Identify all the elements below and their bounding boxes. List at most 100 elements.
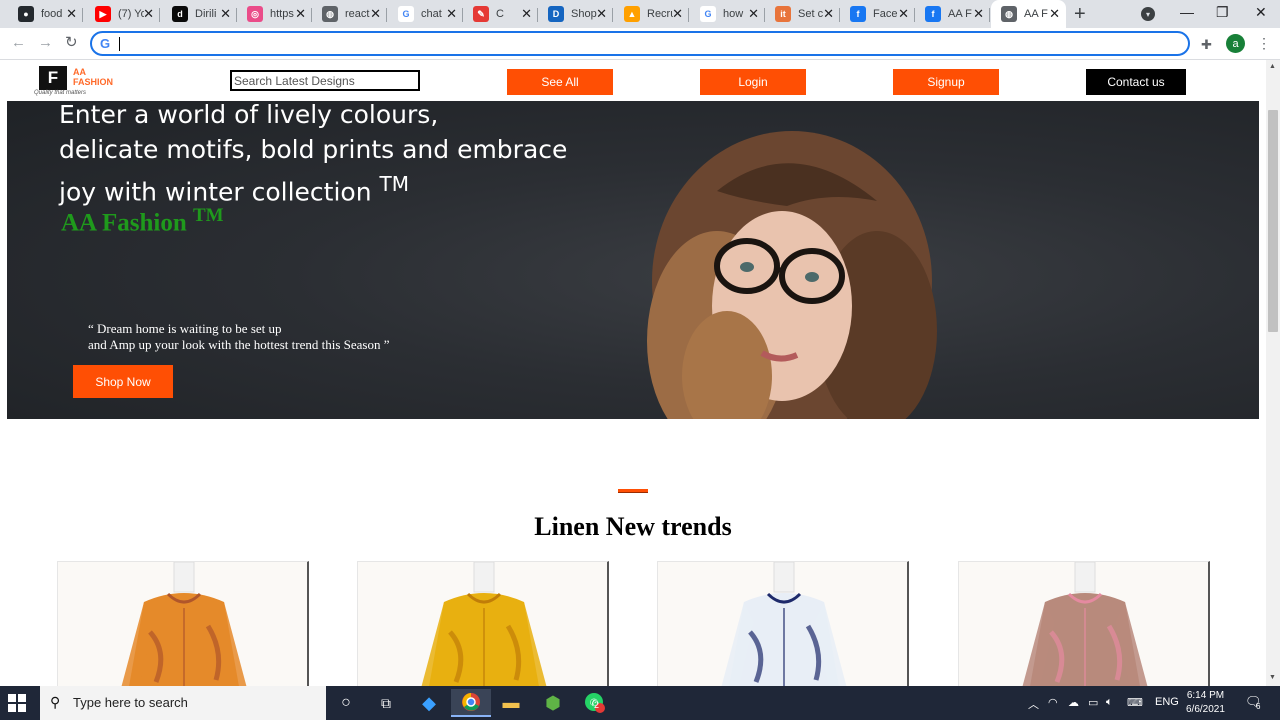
hero-banner: Enter a world of lively colours, delicat…	[7, 101, 1259, 419]
tray-chevron-icon[interactable]: ︿	[1028, 696, 1039, 712]
tab-title: chat	[421, 8, 442, 20]
browser-tab[interactable]: d Dirili ✕	[162, 0, 237, 28]
tab-close-icon[interactable]: ✕	[596, 7, 607, 21]
page-scrollbar[interactable]: ▲ ▼	[1266, 60, 1280, 686]
taskbar-clock[interactable]: 6:14 PM 6/6/2021	[1186, 689, 1225, 717]
file-explorer-icon[interactable]: ▬	[500, 692, 522, 714]
browser-tab[interactable]: f Face ✕	[840, 0, 915, 28]
whatsapp-badge: 2	[594, 700, 600, 710]
browser-tab[interactable]: it Set c ✕	[765, 0, 840, 28]
browser-tab[interactable]: ● food ✕	[8, 0, 83, 28]
back-icon[interactable]: ←	[11, 34, 26, 52]
google-icon: G	[700, 6, 716, 22]
browser-tab[interactable]: D Shop ✕	[538, 0, 613, 28]
profile-avatar[interactable]: a	[1226, 34, 1245, 53]
tab-title: Recru	[647, 8, 673, 20]
d-logo-icon: D	[548, 6, 564, 22]
it-icon: it	[775, 6, 791, 22]
language-indicator[interactable]: ENG	[1155, 696, 1179, 708]
vscode-icon[interactable]: ◆	[418, 692, 440, 714]
minimize-icon[interactable]: —	[1180, 4, 1194, 20]
tab-title: (7) Yo	[118, 8, 144, 20]
tab-close-icon[interactable]: ✕	[521, 7, 532, 21]
login-button[interactable]: Login	[700, 69, 806, 95]
tab-close-icon[interactable]: ✕	[66, 7, 77, 21]
cortana-icon[interactable]: ○	[335, 692, 357, 714]
address-input[interactable]	[118, 35, 1168, 52]
tab-close-icon[interactable]: ✕	[370, 7, 381, 21]
taskbar-search-box[interactable]: ⚲ Type here to search	[40, 686, 326, 720]
tab-search-icon[interactable]: ▾	[1141, 7, 1155, 21]
maximize-icon[interactable]: ❐	[1216, 4, 1229, 21]
site-navbar: F AAFASHION Quality that matters See All…	[0, 60, 1266, 101]
tab-separator	[612, 8, 613, 22]
dailymotion-icon: d	[172, 6, 188, 22]
product-image	[421, 562, 547, 686]
product-image	[721, 562, 847, 686]
browser-tab[interactable]: ▲ Recru✕	[614, 0, 689, 28]
tab-separator	[989, 8, 990, 22]
forward-icon[interactable]: →	[38, 34, 53, 52]
tab-close-icon[interactable]: ✕	[143, 7, 154, 21]
tab-title: AA F	[1024, 8, 1048, 20]
tab-close-icon[interactable]: ✕	[295, 7, 306, 21]
contact-us-button[interactable]: Contact us	[1086, 69, 1186, 95]
browser-tab[interactable]: ◍ AA F ✕	[991, 0, 1066, 28]
see-all-button[interactable]: See All	[507, 69, 613, 95]
text-caret	[119, 37, 120, 51]
product-image	[121, 562, 247, 686]
browser-tab[interactable]: ✎ C ✕	[463, 0, 538, 28]
volume-icon[interactable]: 🔈︎	[1106, 696, 1113, 709]
tab-close-icon[interactable]: ✕	[748, 7, 759, 21]
menu-icon[interactable]: ⋮	[1257, 35, 1271, 52]
scrollbar-thumb[interactable]	[1268, 110, 1278, 332]
shop-now-button[interactable]: Shop Now	[73, 365, 173, 398]
product-card[interactable]	[958, 561, 1210, 686]
browser-tab[interactable]: f AA F ✕	[915, 0, 990, 28]
address-bar[interactable]: G	[90, 31, 1190, 56]
browser-tab[interactable]: Ghow ✕	[690, 0, 765, 28]
reload-icon[interactable]: ↻	[65, 34, 78, 52]
quote-line-2: and Amp up your look with the hottest tr…	[88, 337, 390, 352]
tab-separator	[688, 8, 689, 22]
new-tab-button[interactable]: +	[1074, 4, 1086, 24]
design-search-input[interactable]	[230, 70, 420, 91]
chrome-icon[interactable]	[451, 689, 491, 717]
signup-button[interactable]: Signup	[893, 69, 999, 95]
windows-start-icon[interactable]	[8, 694, 26, 712]
hero-line-1: Enter a world of lively colours,	[59, 101, 439, 129]
product-image	[1022, 562, 1148, 686]
hero-quote: “ Dream home is waiting to be set up and…	[88, 321, 390, 353]
product-card[interactable]	[57, 561, 309, 686]
battery-icon[interactable]: ▭	[1088, 696, 1098, 709]
browser-tab[interactable]: ◍ react ✕	[312, 0, 387, 28]
tab-separator	[386, 8, 387, 22]
scroll-down-icon[interactable]: ▼	[1269, 674, 1276, 681]
extensions-icon[interactable]: ✚	[1201, 37, 1212, 53]
onedrive-icon[interactable]: ☁	[1068, 696, 1079, 709]
clock-date: 6/6/2021	[1186, 704, 1225, 715]
task-view-icon[interactable]: ⧉	[375, 692, 397, 714]
tab-title: Face	[873, 8, 898, 20]
tab-close-icon[interactable]: ✕	[672, 7, 683, 21]
close-window-icon[interactable]: ✕	[1255, 4, 1267, 21]
tab-title: react	[345, 8, 370, 20]
product-card[interactable]	[657, 561, 909, 686]
nodejs-icon[interactable]: ⬢	[542, 692, 564, 714]
site-logo[interactable]: F AA FASHION Quality that matters	[32, 64, 124, 98]
tab-close-icon[interactable]: ✕	[898, 7, 909, 21]
wifi-icon[interactable]: ◠	[1048, 696, 1058, 709]
keyboard-icon[interactable]: ⌨	[1127, 696, 1143, 709]
browser-tab[interactable]: ◎ https ✕	[237, 0, 312, 28]
tab-close-icon[interactable]: ✕	[446, 7, 457, 21]
github-icon: ●	[18, 6, 34, 22]
product-card[interactable]	[357, 561, 609, 686]
tab-close-icon[interactable]: ✕	[823, 7, 834, 21]
scroll-up-icon[interactable]: ▲	[1269, 63, 1276, 70]
tab-close-icon[interactable]: ✕	[220, 7, 231, 21]
tab-close-icon[interactable]: ✕	[973, 7, 984, 21]
browser-tab[interactable]: Gchat ✕	[388, 0, 463, 28]
dribbble-icon: ◎	[247, 6, 263, 22]
browser-tab[interactable]: ▶ (7) Yo ✕	[85, 0, 160, 28]
tab-close-icon[interactable]: ✕	[1049, 7, 1060, 21]
